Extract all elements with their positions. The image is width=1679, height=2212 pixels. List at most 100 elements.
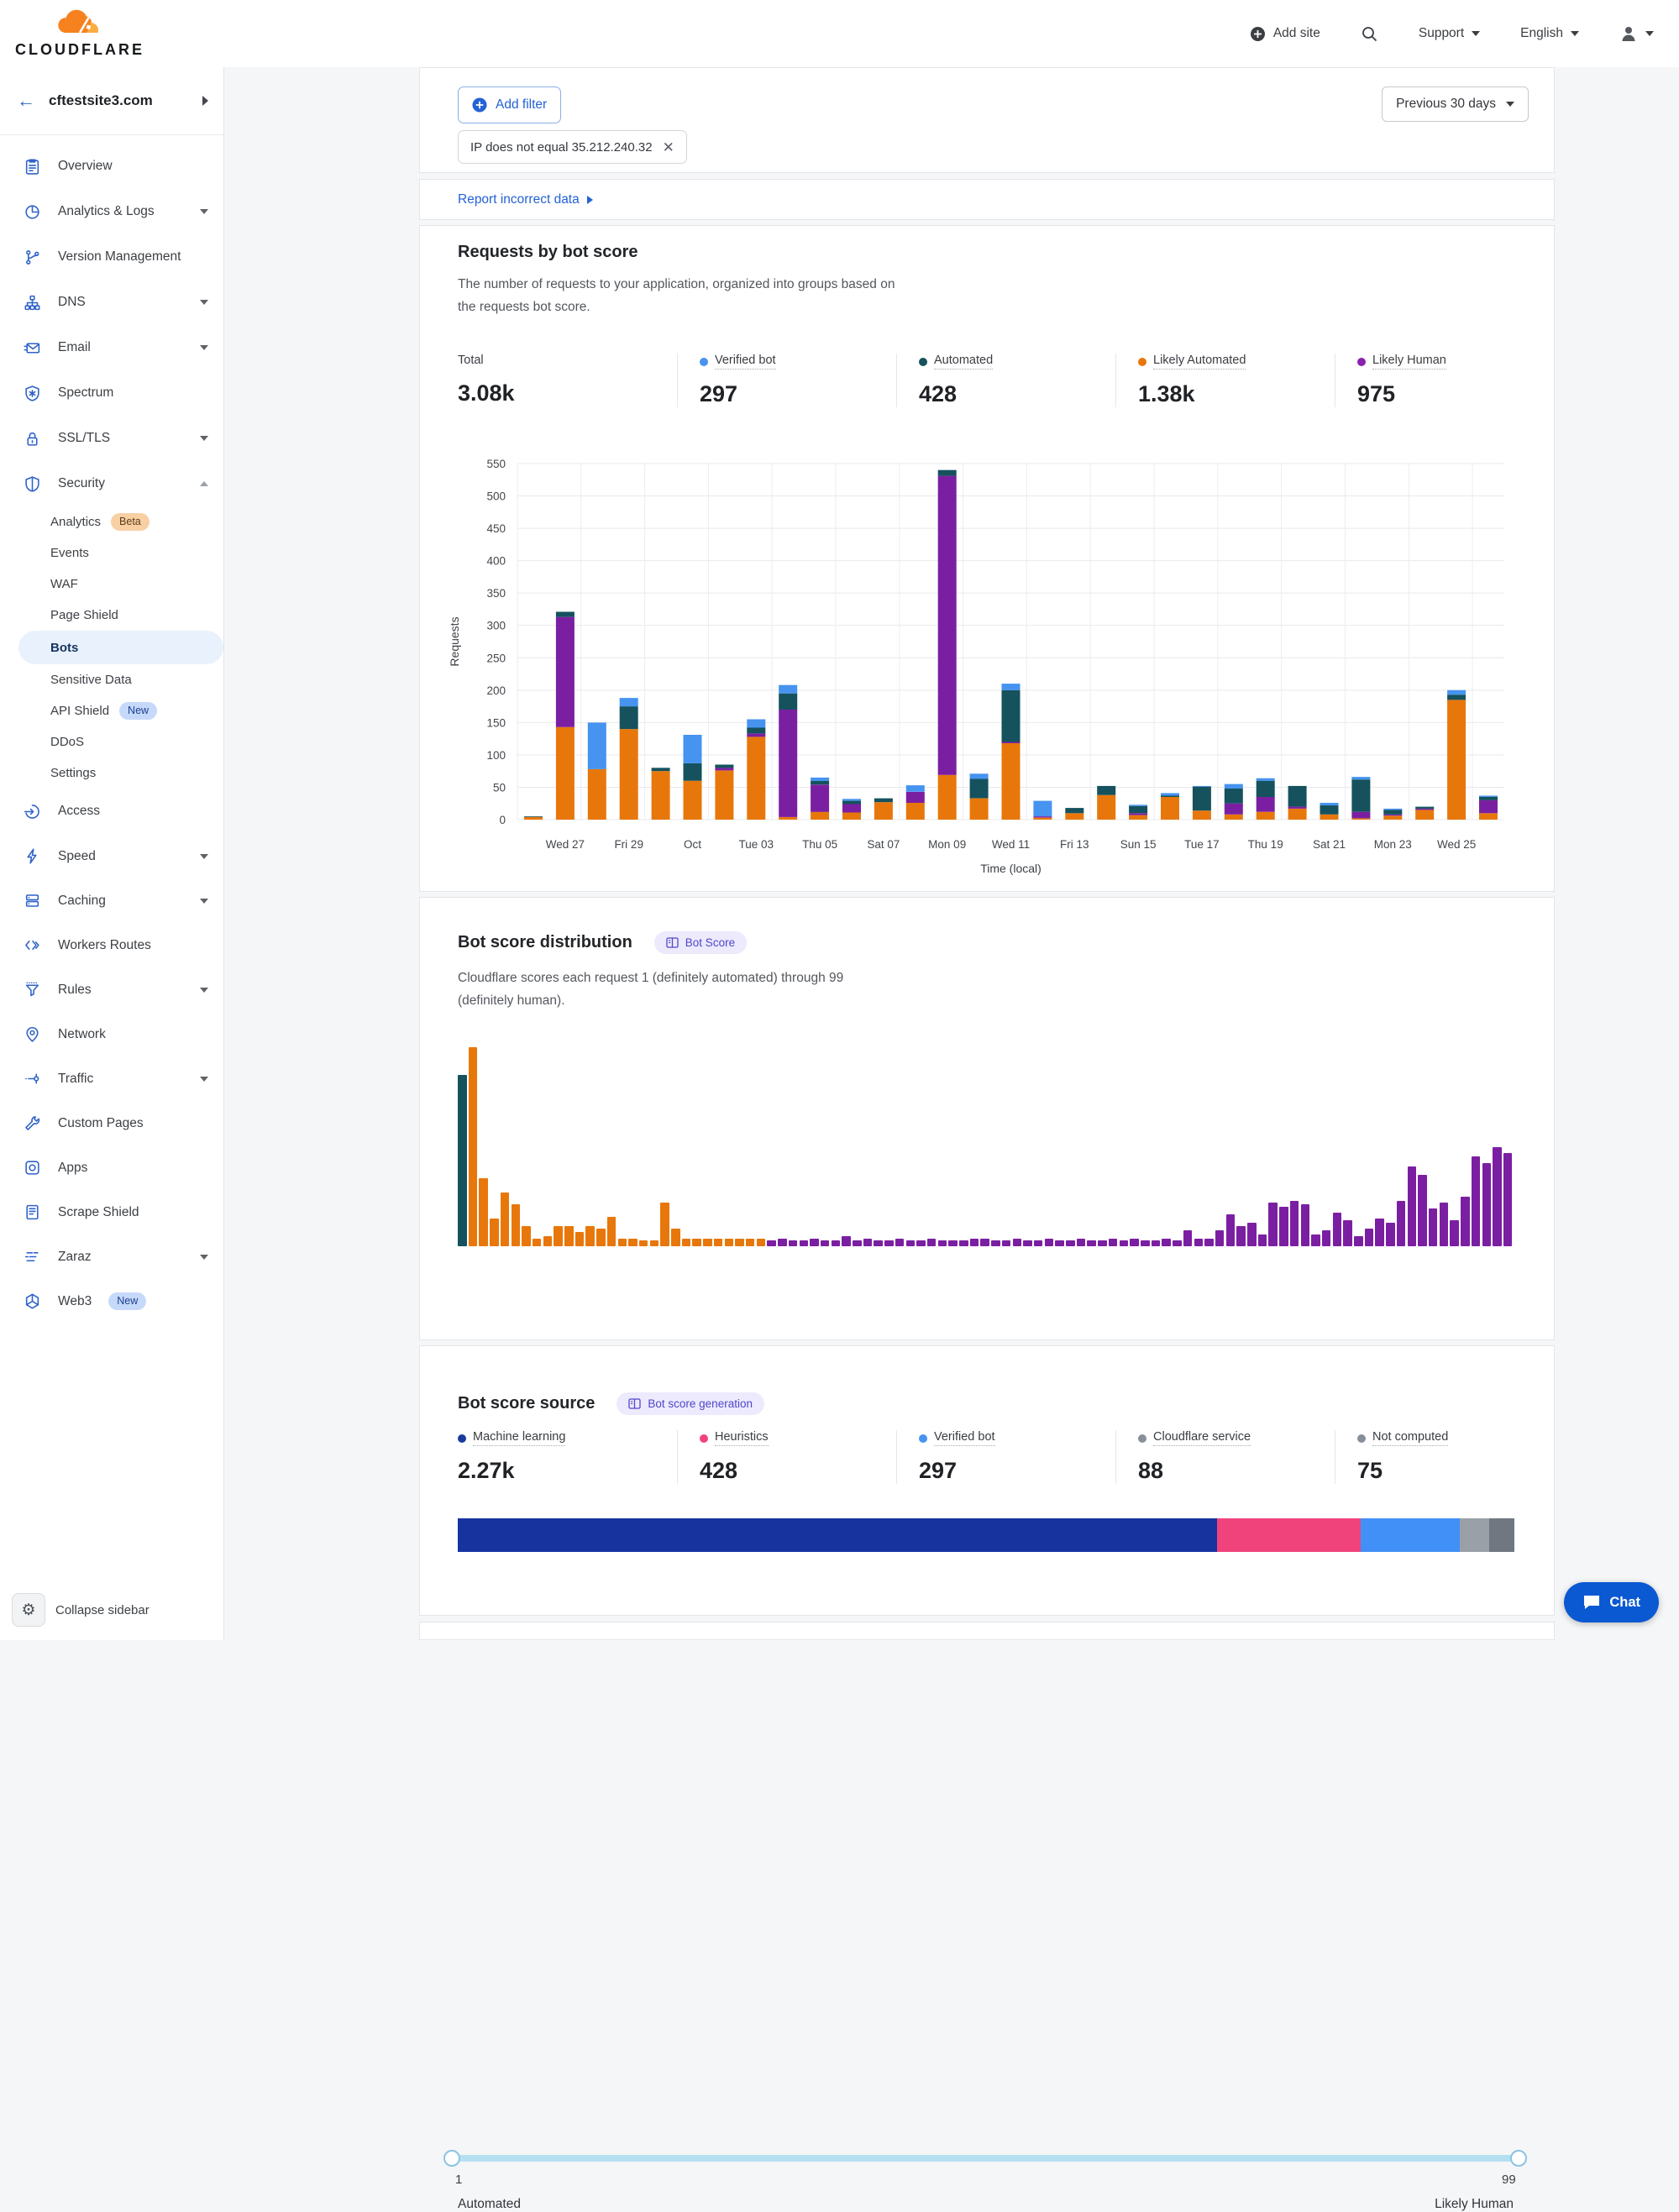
stat-value: 975 (1357, 381, 1554, 407)
scrape-icon (24, 1203, 41, 1221)
cloudflare-logo[interactable]: CLOUDFLARE (15, 9, 144, 59)
sidebar-item-ssl-tls[interactable]: SSL/TLS (0, 416, 223, 461)
plus-circle-icon (472, 97, 487, 113)
histogram-bar (1311, 1234, 1320, 1246)
legend-dot-icon (1357, 358, 1366, 366)
svg-text:Mon 09: Mon 09 (928, 838, 966, 851)
support-label: Support (1419, 26, 1464, 41)
sidebar-item-network[interactable]: Network (0, 1012, 223, 1056)
sidebar-item-rules[interactable]: Rules (0, 967, 223, 1012)
stat-value: 88 (1138, 1458, 1335, 1484)
stat-label[interactable]: Likely Automated (1153, 354, 1246, 370)
stat-label[interactable]: Heuristics (715, 1430, 769, 1446)
sidebar-item-email[interactable]: Email (0, 325, 223, 370)
histogram-bar (543, 1236, 553, 1246)
sidebar-item-zaraz[interactable]: Zaraz (0, 1234, 223, 1279)
svg-text:Wed 25: Wed 25 (1437, 838, 1476, 851)
sidebar-item-web3[interactable]: Web3New (0, 1279, 223, 1324)
zaraz-icon (24, 1248, 41, 1266)
bot-score-badge[interactable]: Bot Score (654, 931, 747, 954)
legend-dot-icon (700, 1434, 708, 1443)
sidebar-item-waf[interactable]: WAF (0, 569, 223, 600)
sidebar-nav: OverviewAnalytics & LogsVersion Manageme… (0, 135, 223, 1324)
date-range-select[interactable]: Previous 30 days (1382, 86, 1529, 122)
sidebar-item-workers-routes[interactable]: Workers Routes (0, 923, 223, 967)
sidebar-item-bots[interactable]: Bots (18, 631, 223, 664)
histogram-bar (832, 1240, 841, 1246)
stat-value: 428 (700, 1458, 896, 1484)
requests-stat-likely-automated: Likely Automated1.38k (1115, 354, 1335, 407)
network-icon (24, 1025, 41, 1043)
sidebar-item-scrape-shield[interactable]: Scrape Shield (0, 1190, 223, 1234)
histogram-bar (1247, 1223, 1257, 1246)
sidebar-subitem-label: WAF (50, 577, 78, 591)
stat-label[interactable]: Verified bot (715, 354, 776, 370)
sidebar-subitem-label: Bots (50, 641, 78, 655)
histogram-bar (501, 1192, 510, 1246)
histogram-bar (575, 1232, 585, 1246)
stat-label[interactable]: Likely Human (1372, 354, 1446, 370)
sidebar-item-version-management[interactable]: Version Management (0, 234, 223, 280)
histogram-bar (938, 1240, 947, 1246)
histogram-bar (490, 1219, 499, 1246)
sidebar-item-apps[interactable]: Apps (0, 1145, 223, 1190)
sidebar-item-page-shield[interactable]: Page Shield (0, 600, 223, 631)
traffic-icon (24, 1070, 41, 1088)
language-menu[interactable]: English (1520, 26, 1579, 41)
stat-label[interactable]: Cloudflare service (1153, 1430, 1251, 1446)
slider-handle-max[interactable] (1510, 2150, 1527, 2167)
version-icon (24, 249, 41, 266)
sidebar-item-overview[interactable]: Overview (0, 144, 223, 189)
user-icon (1619, 24, 1638, 43)
chat-button[interactable]: Chat (1564, 1582, 1659, 1622)
stat-label[interactable]: Verified bot (934, 1430, 995, 1446)
slider-handle-min[interactable] (443, 2150, 460, 2167)
sidebar-item-analytics[interactable]: AnalyticsBeta (0, 506, 223, 537)
gear-icon[interactable]: ⚙ (12, 1593, 45, 1627)
distribution-card-title: Bot score distribution Bot Score (458, 931, 747, 954)
add-site-button[interactable]: Add site (1250, 26, 1320, 42)
sidebar-item-spectrum[interactable]: Spectrum (0, 370, 223, 416)
sidebar-item-sensitive-data[interactable]: Sensitive Data (0, 664, 223, 695)
collapse-sidebar-button[interactable]: Collapse sidebar (55, 1603, 150, 1617)
sidebar-item-dns[interactable]: DNS (0, 280, 223, 325)
histogram-bar (1130, 1239, 1139, 1247)
back-arrow-icon[interactable]: ← (17, 90, 35, 112)
sidebar-item-ddos[interactable]: DDoS (0, 726, 223, 757)
sidebar-item-traffic[interactable]: Traffic (0, 1056, 223, 1101)
stat-label[interactable]: Not computed (1372, 1430, 1448, 1446)
remove-filter-icon[interactable]: ✕ (663, 140, 674, 155)
histogram-bar (810, 1239, 819, 1247)
svg-text:Fri 13: Fri 13 (1060, 838, 1089, 851)
support-menu[interactable]: Support (1419, 26, 1480, 41)
account-menu[interactable] (1619, 24, 1654, 43)
sidebar-item-label: Zaraz (58, 1250, 92, 1265)
histogram-bar (746, 1239, 755, 1247)
sidebar-item-label: Access (58, 804, 100, 819)
add-filter-button[interactable]: Add filter (458, 86, 561, 123)
sidebar-item-api-shield[interactable]: API ShieldNew (0, 695, 223, 726)
sidebar-item-settings[interactable]: Settings (0, 757, 223, 789)
requests-card-description: The number of requests to your applicati… (458, 273, 911, 318)
sidebar-item-caching[interactable]: Caching (0, 878, 223, 923)
sidebar-item-events[interactable]: Events (0, 537, 223, 569)
site-switcher-caret-icon[interactable] (202, 96, 208, 106)
score-slider-track[interactable] (452, 2155, 1519, 2162)
sidebar-item-label: Web3 (58, 1294, 92, 1309)
stat-label[interactable]: Machine learning (473, 1430, 565, 1446)
bot-score-generation-badge-label: Bot score generation (648, 1397, 753, 1410)
histogram-bar (1408, 1166, 1417, 1246)
sidebar-item-custom-pages[interactable]: Custom Pages (0, 1101, 223, 1145)
sidebar-item-security[interactable]: Security (0, 461, 223, 506)
sidebar-item-access[interactable]: Access (0, 789, 223, 834)
search-icon[interactable] (1361, 25, 1378, 43)
top-header: CLOUDFLARE Add site Support English (0, 0, 1679, 67)
report-incorrect-data-link[interactable]: Report incorrect data (458, 192, 593, 207)
sidebar-item-speed[interactable]: Speed (0, 834, 223, 878)
svg-text:250: 250 (486, 652, 506, 664)
bot-score-generation-badge[interactable]: Bot score generation (617, 1392, 764, 1415)
stat-label[interactable]: Automated (934, 354, 993, 370)
filter-chip-label: IP does not equal 35.212.240.32 (470, 140, 653, 155)
sidebar-item-label: Apps (58, 1161, 87, 1176)
sidebar-item-analytics-logs[interactable]: Analytics & Logs (0, 189, 223, 234)
